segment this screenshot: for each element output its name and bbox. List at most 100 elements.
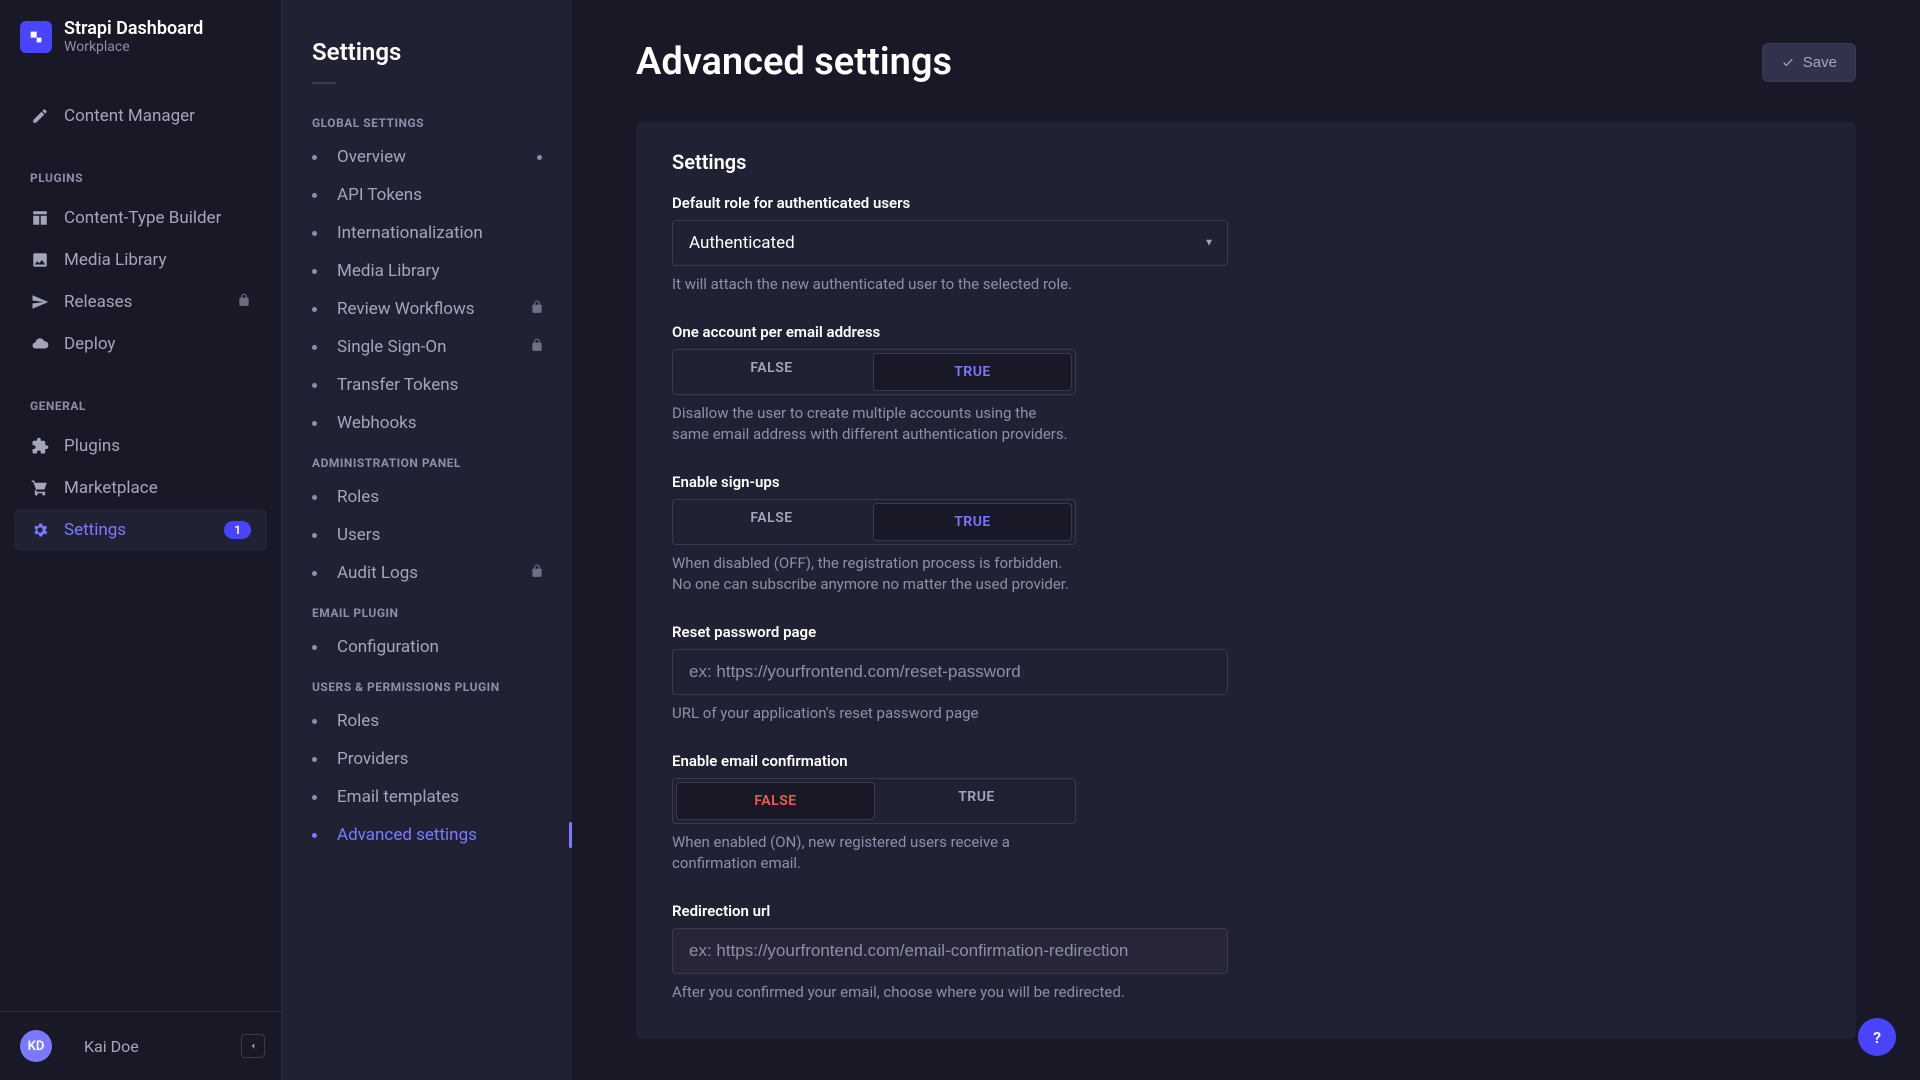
- nav-header-general: GENERAL: [14, 391, 267, 425]
- cart-icon: [30, 478, 50, 498]
- notification-dot: [537, 155, 542, 160]
- collapse-sidebar-button[interactable]: [241, 1034, 265, 1058]
- toggle-false[interactable]: FALSE: [676, 782, 875, 820]
- field-label: Redirection url: [672, 902, 1232, 920]
- save-button[interactable]: Save: [1762, 43, 1856, 82]
- subnav-label: Providers: [337, 749, 408, 769]
- field-one-account: One account per email address FALSE TRUE…: [672, 323, 1232, 445]
- toggle-true[interactable]: TRUE: [873, 503, 1072, 541]
- nav-content-manager[interactable]: Content Manager: [14, 95, 267, 137]
- nav-settings[interactable]: Settings 1: [14, 509, 267, 551]
- subnav-label: Email templates: [337, 787, 459, 807]
- field-label: Enable sign-ups: [672, 473, 1232, 491]
- pencil-icon: [30, 106, 50, 126]
- page-title: Advanced settings: [636, 40, 952, 84]
- subnav-up-roles[interactable]: Roles: [282, 702, 572, 740]
- card-title: Settings: [672, 150, 1820, 174]
- subnav-audit-logs[interactable]: Audit Logs: [282, 554, 572, 592]
- subnav-label: Configuration: [337, 637, 439, 657]
- nav-label: Deploy: [64, 334, 115, 354]
- nav-deploy[interactable]: Deploy: [14, 323, 267, 365]
- help-text: When disabled (OFF), the registration pr…: [672, 553, 1082, 595]
- subnav-single-sign-on[interactable]: Single Sign-On: [282, 328, 572, 366]
- field-redirection-url: Redirection url After you confirmed your…: [672, 902, 1232, 1003]
- field-label: One account per email address: [672, 323, 1232, 341]
- app-subtitle: Workplace: [64, 39, 203, 55]
- toggle-email-confirm: FALSE TRUE: [672, 778, 1076, 824]
- subnav-up-providers[interactable]: Providers: [282, 740, 572, 778]
- toggle-true[interactable]: TRUE: [878, 779, 1075, 823]
- reset-password-input[interactable]: [672, 649, 1228, 695]
- default-role-select[interactable]: Authenticated: [672, 220, 1228, 266]
- subnav-internationalization[interactable]: Internationalization: [282, 214, 572, 252]
- nav-label: Media Library: [64, 250, 167, 270]
- field-label: Default role for authenticated users: [672, 194, 1232, 212]
- image-icon: [30, 250, 50, 270]
- nav-releases[interactable]: Releases: [14, 281, 267, 323]
- subnav-admin-roles[interactable]: Roles: [282, 478, 572, 516]
- nav-marketplace[interactable]: Marketplace: [14, 467, 267, 509]
- subnav-label: Overview: [337, 147, 406, 167]
- subnav-section-header: EMAIL PLUGIN: [282, 592, 572, 628]
- toggle-signups: FALSE TRUE: [672, 499, 1076, 545]
- divider: [312, 82, 336, 84]
- user-name: Kai Doe: [84, 1037, 139, 1056]
- help-text: When enabled (ON), new registered users …: [672, 832, 1032, 874]
- subnav-email-configuration[interactable]: Configuration: [282, 628, 572, 666]
- nav-label: Plugins: [64, 436, 120, 456]
- toggle-false[interactable]: FALSE: [673, 500, 870, 544]
- subnav-overview[interactable]: Overview: [282, 138, 572, 176]
- subnav-admin-users[interactable]: Users: [282, 516, 572, 554]
- help-button[interactable]: ?: [1858, 1018, 1896, 1056]
- subnav-label: Webhooks: [337, 413, 417, 433]
- subnav-label: Internationalization: [337, 223, 483, 243]
- nav-label: Settings: [64, 520, 126, 540]
- nav-label: Releases: [64, 292, 132, 312]
- field-reset-password-page: Reset password page URL of your applicat…: [672, 623, 1232, 724]
- subnav-label: Transfer Tokens: [337, 375, 458, 395]
- subnav-label: Media Library: [337, 261, 440, 281]
- subnav-media-library[interactable]: Media Library: [282, 252, 572, 290]
- chevron-down-icon: ▼: [1204, 238, 1214, 249]
- nav-header-plugins: PLUGINS: [14, 163, 267, 197]
- subnav-transfer-tokens[interactable]: Transfer Tokens: [282, 366, 572, 404]
- field-email-confirmation: Enable email confirmation FALSE TRUE Whe…: [672, 752, 1232, 874]
- cloud-icon: [30, 334, 50, 354]
- paper-plane-icon: [30, 292, 50, 312]
- help-text: Disallow the user to create multiple acc…: [672, 403, 1072, 445]
- main-content: Advanced settings Save Settings Default …: [572, 0, 1920, 1080]
- subnav-title: Settings: [282, 24, 572, 76]
- settings-badge: 1: [224, 521, 251, 539]
- field-default-role: Default role for authenticated users Aut…: [672, 194, 1232, 295]
- check-icon: [1781, 55, 1795, 69]
- main-header: Advanced settings Save: [636, 40, 1856, 84]
- subnav-label: Users: [337, 525, 380, 545]
- subnav-webhooks[interactable]: Webhooks: [282, 404, 572, 442]
- nav-content-type-builder[interactable]: Content-Type Builder: [14, 197, 267, 239]
- redirection-url-input[interactable]: [672, 928, 1228, 974]
- settings-card: Settings Default role for authenticated …: [636, 122, 1856, 1039]
- subnav-label: API Tokens: [337, 185, 422, 205]
- subnav-api-tokens[interactable]: API Tokens: [282, 176, 572, 214]
- subnav-review-workflows[interactable]: Review Workflows: [282, 290, 572, 328]
- sidebar-footer: KD Kai Doe: [0, 1011, 281, 1080]
- toggle-false[interactable]: FALSE: [673, 350, 870, 394]
- help-text: URL of your application's reset password…: [672, 703, 1232, 724]
- app-logo-icon: [20, 21, 52, 53]
- nav-plugins[interactable]: Plugins: [14, 425, 267, 467]
- subnav-up-advanced-settings[interactable]: Advanced settings: [282, 816, 572, 854]
- field-enable-signups: Enable sign-ups FALSE TRUE When disabled…: [672, 473, 1232, 595]
- help-text: It will attach the new authenticated use…: [672, 274, 1232, 295]
- lock-icon: [237, 292, 251, 312]
- user-avatar[interactable]: KD: [20, 1030, 52, 1062]
- toggle-true[interactable]: TRUE: [873, 353, 1072, 391]
- subnav-label: Audit Logs: [337, 563, 418, 583]
- help-text: After you confirmed your email, choose w…: [672, 982, 1232, 1003]
- nav-label: Content Manager: [64, 106, 195, 126]
- nav-media-library[interactable]: Media Library: [14, 239, 267, 281]
- layout-icon: [30, 208, 50, 228]
- app-title: Strapi Dashboard: [64, 18, 203, 39]
- gear-icon: [30, 520, 50, 540]
- subnav-up-email-templates[interactable]: Email templates: [282, 778, 572, 816]
- subnav-label: Roles: [337, 711, 379, 731]
